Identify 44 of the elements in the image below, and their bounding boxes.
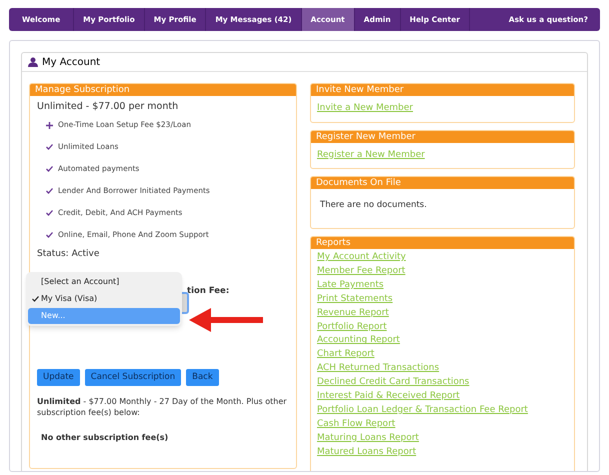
other-fees-text: No other subscription fee(s) [40,432,168,444]
report-link[interactable]: Chart Report [317,349,374,361]
plan-text: Unlimited - $77.00 per month [37,100,180,114]
dropdown-option[interactable]: My Visa (Visa) [28,291,180,307]
report-link[interactable]: My Account Activity [317,252,406,264]
report-link[interactable]: Portfolio Loan Ledger & Transaction Fee Report [317,404,528,416]
dropdown-option[interactable]: New... [28,308,180,324]
empty-message: There are no documents. [319,199,428,212]
pointer-arrow-icon [189,308,263,332]
panel-header: Invite New Member [311,84,574,96]
report-link[interactable]: Revenue Report [317,308,389,320]
report-link[interactable]: Late Payments [317,280,384,292]
plus-icon [46,122,53,128]
field-label: tion Fee: [187,286,230,296]
page-title: My Account [42,56,100,70]
action-button[interactable]: Cancel Subscription [84,369,182,386]
report-link[interactable]: Matured Loans Report [317,446,416,458]
report-link[interactable]: Member Fee Report [317,266,406,278]
report-link[interactable]: Interest Paid & Received Report [317,391,460,402]
report-link[interactable]: Print Statements [317,294,393,306]
summary-text: Unlimited - $77.00 Monthly - 27 Day of the Month. Plus other subscription fee(s) below: [37,396,288,418]
report-link[interactable]: ACH Returned Transactions [317,363,440,375]
user-icon [28,57,38,67]
invite-link[interactable]: Invite a New Member [317,102,413,116]
check-icon [46,144,53,150]
report-link[interactable]: Portfolio Report [317,322,387,333]
check-icon [46,166,53,172]
register-link[interactable]: Register a New Member [317,148,425,162]
checkmark-icon [32,296,39,302]
check-icon [46,210,53,216]
action-button[interactable]: Back [186,369,219,386]
panel-header: Manage Subscription [30,84,296,96]
status-text: Status: Active [37,248,100,261]
check-icon [46,232,53,238]
report-link[interactable]: Maturing Loans Report [317,432,419,444]
dropdown-option[interactable]: [Select an Account] [28,274,180,290]
check-icon [46,188,53,194]
panel-header: Reports [311,237,574,249]
report-link[interactable]: Accounting Report [317,335,400,347]
panel-header: Documents On File [311,177,574,189]
report-link[interactable]: Cash Flow Report [317,418,396,430]
panel-header: Register New Member [311,130,574,142]
action-button[interactable]: Update [37,369,80,386]
report-link[interactable]: Declined Credit Card Transactions [317,377,470,389]
